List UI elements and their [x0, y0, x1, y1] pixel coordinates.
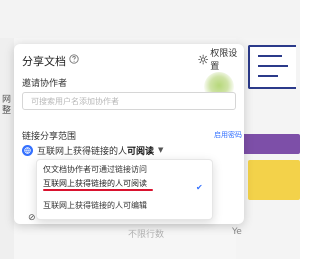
- chevron-down-icon: ▼: [158, 146, 164, 154]
- check-icon: ✔: [196, 183, 203, 192]
- gear-icon: [198, 54, 209, 64]
- footer-icon: ⊘: [28, 213, 36, 223]
- link-scope-menu: 仅文档协作者可通过链接访问 互联网上获得链接的人可阅读 ✔ 互联网上获得链接的人…: [36, 159, 213, 220]
- menu-item-collaborators-only[interactable]: 仅文档协作者可通过链接访问: [43, 163, 203, 177]
- screen: 网整 Ye 分享文档 权限设置 邀请协作者 可搜索用户名添加协作者 链接分享范围: [0, 0, 300, 259]
- help-icon[interactable]: [69, 54, 79, 64]
- permission-settings-button[interactable]: 权限设置: [198, 49, 244, 72]
- link-scope-current: 互联网上获得链接的人可阅读: [37, 146, 155, 157]
- enable-password-link[interactable]: 启用密码: [214, 130, 242, 140]
- background-left-text: 网整: [2, 95, 12, 116]
- invite-placeholder: 可搜索用户名添加协作者: [31, 97, 119, 106]
- background-yellow-block: [248, 160, 300, 200]
- link-scope-dropdown[interactable]: 互联网上获得链接的人可阅读 ▼: [22, 143, 163, 157]
- background-top: [0, 0, 300, 38]
- highlight-underline: [43, 189, 153, 191]
- background-right-text: Ye: [232, 227, 242, 237]
- background-left: [0, 38, 14, 259]
- background-diagram: [248, 45, 296, 89]
- dialog-title: 分享文档: [22, 55, 66, 68]
- background-bottom-text: 不限行数: [128, 230, 165, 240]
- globe-icon: [22, 144, 33, 156]
- permission-settings-label: 权限设置: [210, 49, 238, 72]
- invite-search-input[interactable]: 可搜索用户名添加协作者: [22, 92, 236, 110]
- menu-item-anyone-can-edit[interactable]: 互联网上获得链接的人可编辑: [43, 199, 203, 213]
- link-scope-label: 链接分享范围: [22, 132, 77, 142]
- invite-label: 邀请协作者: [22, 79, 68, 89]
